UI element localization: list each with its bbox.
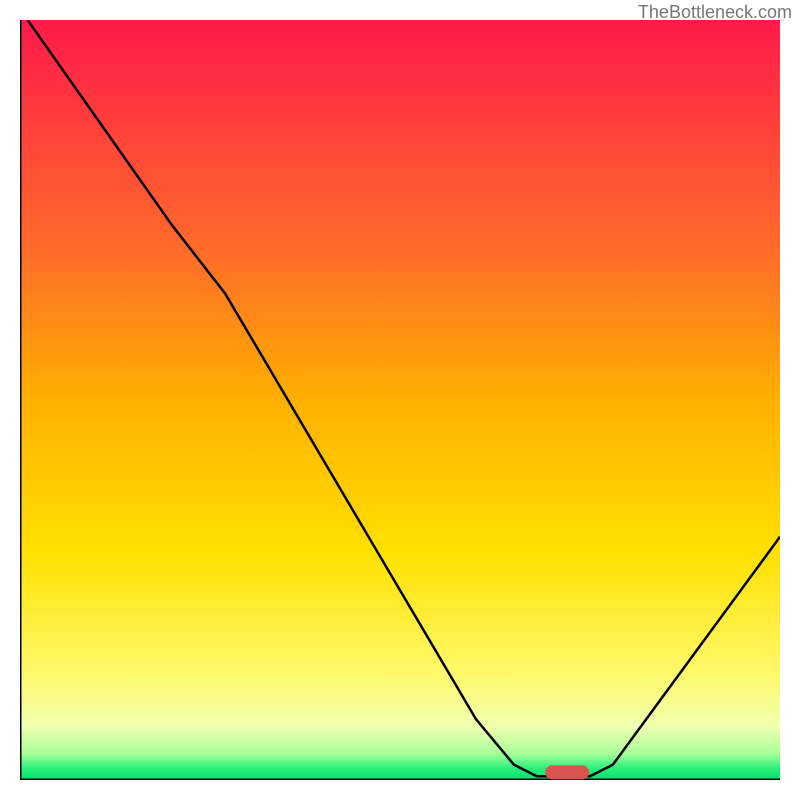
chart-container bbox=[20, 20, 780, 780]
optimum-marker bbox=[545, 765, 589, 779]
watermark-text: TheBottleneck.com bbox=[638, 2, 792, 23]
chart-svg bbox=[20, 20, 780, 780]
gradient-background bbox=[20, 20, 780, 780]
